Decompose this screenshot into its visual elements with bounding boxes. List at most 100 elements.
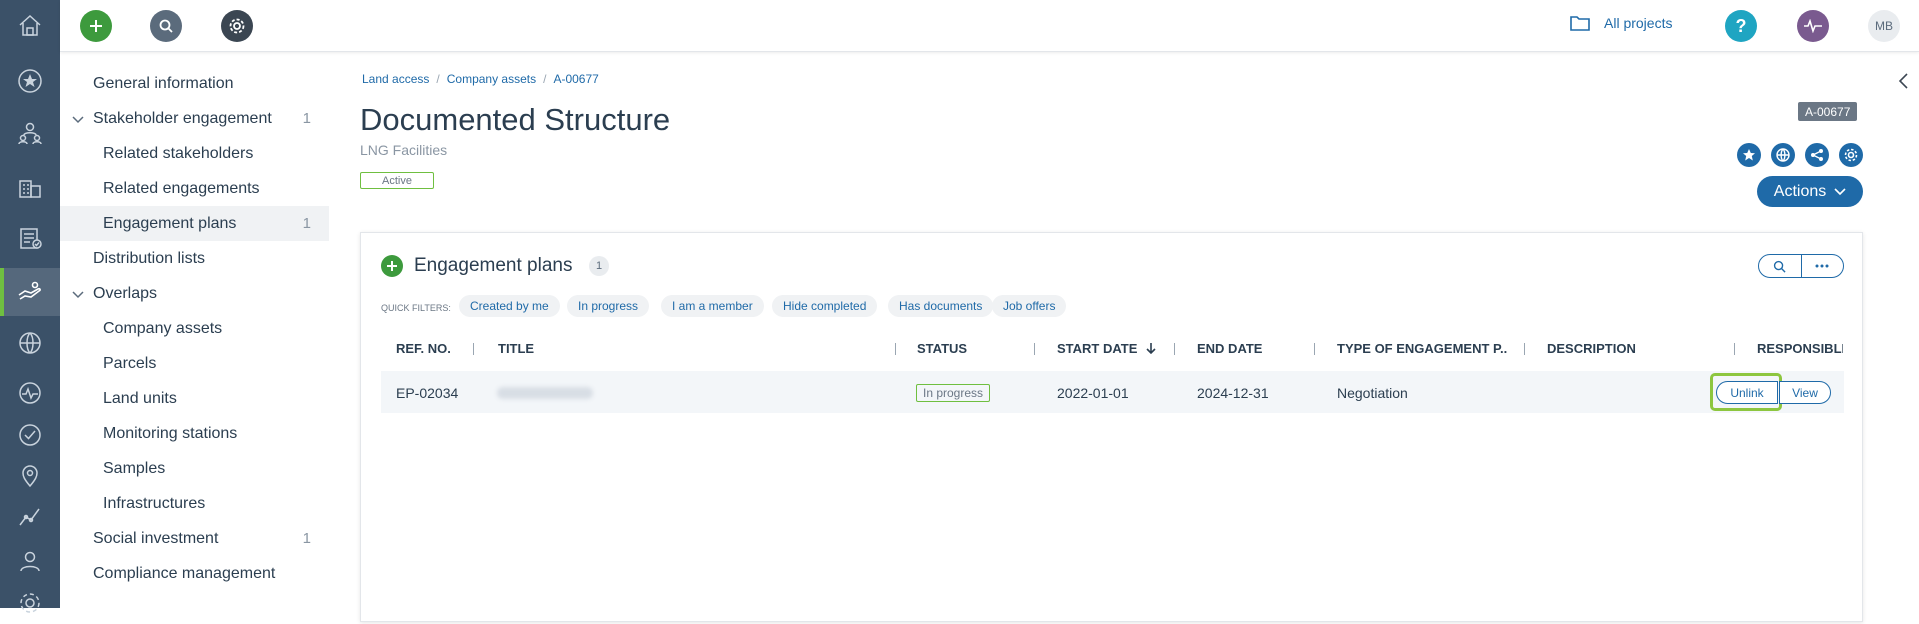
hand-icon[interactable] — [0, 268, 60, 316]
nav-overlaps[interactable]: Overlaps — [60, 276, 329, 311]
column-responsible[interactable]: RESPONSIBLE — [1757, 341, 1843, 356]
nav-general-information[interactable]: General information — [60, 66, 329, 101]
gear-icon[interactable] — [221, 10, 253, 42]
breadcrumb-current[interactable]: A-00677 — [553, 72, 598, 86]
cell-status-badge: In progress — [916, 384, 991, 402]
column-description[interactable]: DESCRIPTION — [1547, 341, 1636, 356]
nav-samples[interactable]: Samples — [60, 451, 329, 486]
nav-compliance-management[interactable]: Compliance management — [60, 556, 329, 591]
star-icon[interactable] — [0, 60, 60, 102]
settings-icon[interactable] — [0, 582, 60, 624]
checklist-icon[interactable] — [0, 217, 60, 259]
nav-distribution-lists[interactable]: Distribution lists — [60, 241, 329, 276]
collapse-panel-icon[interactable] — [1897, 72, 1911, 90]
nav-engagement-plans[interactable]: Engagement plans 1 — [60, 206, 329, 241]
more-options-icon[interactable] — [1802, 255, 1844, 277]
cell-ref-no: EP-02034 — [396, 385, 459, 401]
cell-end-date: 2024-12-31 — [1197, 385, 1269, 401]
column-divider — [1314, 343, 1315, 355]
nav-monitoring-stations[interactable]: Monitoring stations — [60, 416, 329, 451]
filter-created-by-me[interactable]: Created by me — [459, 295, 560, 317]
add-plan-icon[interactable] — [381, 255, 403, 277]
actions-button[interactable]: Actions — [1757, 176, 1863, 207]
search-icon[interactable] — [1759, 255, 1802, 277]
nav-infrastructures[interactable]: Infrastructures — [60, 486, 329, 521]
nav-label: Compliance management — [93, 564, 276, 582]
column-ref-no[interactable]: REF. NO. — [396, 341, 451, 356]
unlink-button[interactable]: Unlink — [1716, 381, 1778, 404]
side-nav: General information Stakeholder engageme… — [60, 52, 329, 608]
left-rail — [0, 0, 60, 613]
filter-in-progress[interactable]: In progress — [567, 295, 650, 317]
cell-title-redacted — [497, 387, 593, 399]
cell-start-date: 2022-01-01 — [1057, 385, 1129, 401]
search-icon[interactable] — [150, 10, 182, 42]
breadcrumb: Land access / Company assets / A-00677 — [362, 72, 599, 86]
home-icon[interactable] — [0, 4, 60, 46]
nav-label: Overlaps — [93, 284, 158, 302]
buildings-icon[interactable] — [0, 166, 60, 208]
column-type-of-engagement[interactable]: TYPE OF ENGAGEMENT P... — [1337, 341, 1507, 356]
nav-label: Land units — [103, 389, 177, 407]
pulse-icon[interactable] — [0, 372, 60, 414]
nav-label: Samples — [103, 459, 166, 477]
nav-label: Social investment — [93, 529, 219, 547]
chevron-down-icon[interactable] — [70, 286, 86, 302]
nav-stakeholder-engagement[interactable]: Stakeholder engagement 1 — [60, 101, 329, 136]
globe-icon[interactable] — [0, 322, 60, 364]
card-count-badge: 1 — [589, 256, 609, 276]
column-divider — [1034, 343, 1035, 355]
stakeholders-icon[interactable] — [0, 112, 60, 154]
engagement-plans-card: Engagement plans 1 QUICK FILTERS: Create… — [360, 232, 1863, 622]
actions-label: Actions — [1773, 182, 1827, 200]
check-circle-icon[interactable] — [0, 414, 60, 456]
column-divider — [1734, 343, 1735, 355]
column-divider — [1174, 343, 1175, 355]
chart-icon[interactable] — [0, 496, 60, 538]
filter-has-documents[interactable]: Has documents — [888, 295, 994, 317]
nav-social-investment[interactable]: Social investment 1 — [60, 521, 329, 556]
globe-icon[interactable] — [1771, 143, 1795, 167]
nav-related-stakeholders[interactable]: Related stakeholders — [60, 136, 329, 171]
column-status[interactable]: STATUS — [917, 341, 967, 356]
filter-job-offers[interactable]: Job offers — [992, 295, 1067, 317]
column-divider — [473, 343, 474, 355]
nav-company-assets[interactable]: Company assets — [60, 311, 329, 346]
share-icon[interactable] — [1805, 143, 1829, 167]
filter-i-am-a-member[interactable]: I am a member — [661, 295, 764, 317]
column-start-date[interactable]: START DATE — [1057, 341, 1157, 356]
nav-label: Infrastructures — [103, 494, 206, 512]
nav-label: Company assets — [103, 319, 223, 337]
column-label: START DATE — [1057, 341, 1138, 356]
view-button[interactable]: View — [1779, 381, 1831, 404]
favorite-star-icon[interactable] — [1737, 143, 1761, 167]
settings-gear-icon[interactable] — [1839, 143, 1863, 167]
add-icon[interactable] — [80, 10, 112, 42]
breadcrumb-separator: / — [436, 72, 440, 86]
nav-count: 1 — [302, 215, 311, 232]
all-projects-link[interactable]: All projects — [1570, 15, 1672, 31]
user-icon[interactable] — [0, 540, 60, 582]
column-end-date[interactable]: END DATE — [1197, 341, 1262, 356]
nav-label: Stakeholder engagement — [93, 109, 272, 127]
breadcrumb-company-assets[interactable]: Company assets — [447, 72, 536, 86]
nav-related-engagements[interactable]: Related engagements — [60, 171, 329, 206]
breadcrumb-land-access[interactable]: Land access — [362, 72, 429, 86]
nav-land-units[interactable]: Land units — [60, 381, 329, 416]
sort-down-icon[interactable] — [1145, 342, 1157, 355]
chevron-down-icon[interactable] — [70, 111, 86, 127]
nav-parcels[interactable]: Parcels — [60, 346, 329, 381]
help-icon[interactable]: ? — [1725, 10, 1757, 42]
activity-icon[interactable] — [1797, 10, 1829, 42]
location-icon[interactable] — [0, 455, 60, 497]
column-title[interactable]: TITLE — [498, 341, 534, 356]
chevron-down-icon — [1834, 187, 1846, 195]
card-title: Engagement plans — [414, 255, 573, 276]
record-id-tag: A-00677 — [1798, 102, 1858, 121]
folder-icon — [1570, 16, 1590, 31]
nav-label: Engagement plans — [103, 214, 237, 232]
column-divider — [1524, 343, 1525, 355]
avatar[interactable]: MB — [1868, 10, 1900, 42]
nav-label: General information — [93, 74, 234, 92]
filter-hide-completed[interactable]: Hide completed — [772, 295, 878, 317]
